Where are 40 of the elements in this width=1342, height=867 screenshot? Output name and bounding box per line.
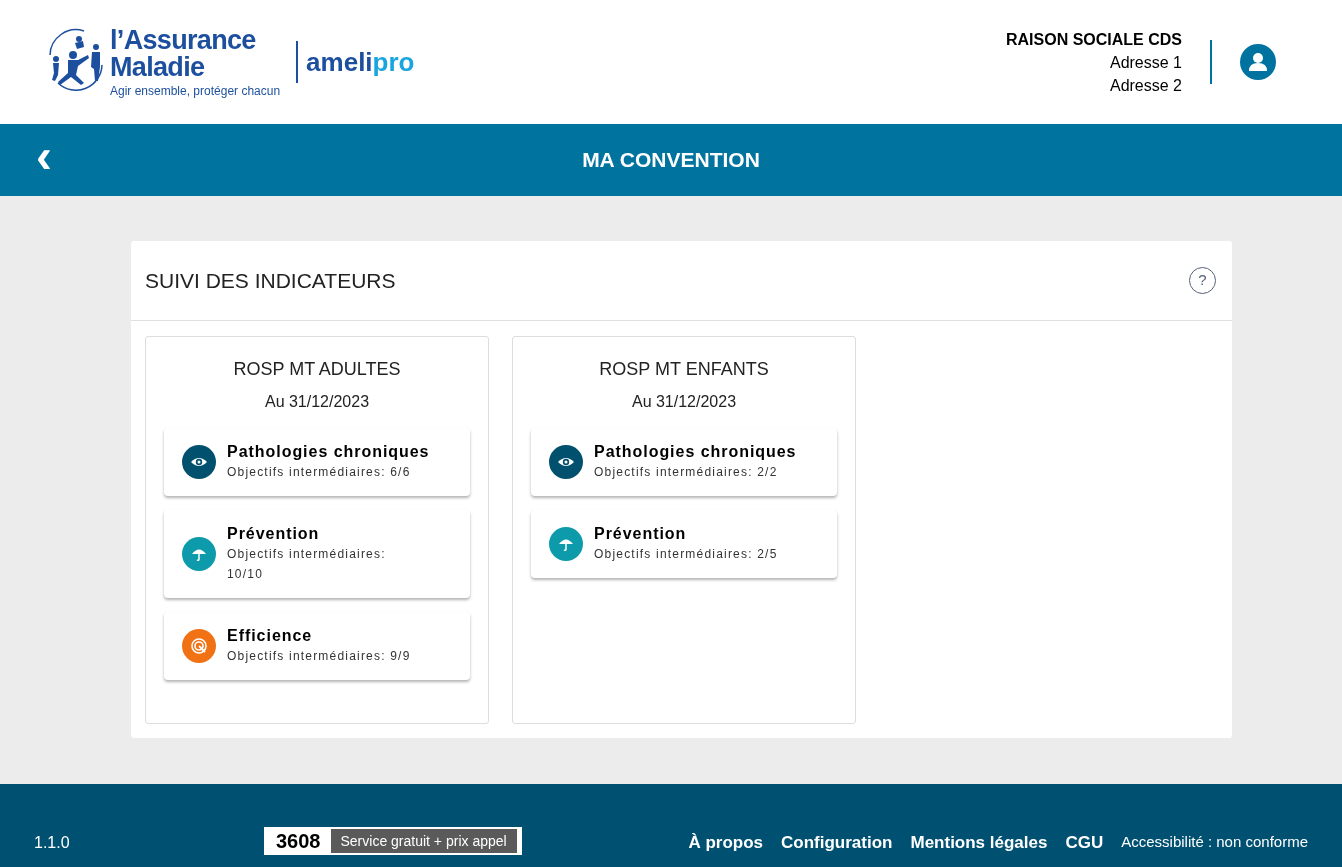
- indicator-title: Efficience: [227, 626, 314, 646]
- indicator-item[interactable]: Prévention Objectifs intermédiaires: 10/10: [164, 510, 470, 598]
- indicator-item[interactable]: Pathologies chroniques Objectifs intermédiaires: 2/2: [531, 428, 837, 496]
- card-title: ROSP MT ADULTES: [233, 358, 401, 381]
- indicator-item[interactable]: Prévention Objectifs intermédiaires: 2/5: [531, 510, 837, 578]
- card-date: Au 31/12/2023: [264, 392, 370, 412]
- logo-text: Maladie: [110, 54, 206, 81]
- footer-link[interactable]: CGU: [1065, 829, 1104, 855]
- indicator-item[interactable]: Efficience Objectifs intermédiaires: 9/9: [164, 612, 470, 680]
- indicator-title: Prévention: [227, 524, 321, 544]
- indicator-detail: Objectifs intermédiaires: 10/10: [227, 546, 387, 583]
- indicator-title: Pathologies chroniques: [227, 442, 430, 462]
- address-line: Adresse 2: [1109, 75, 1182, 96]
- indicator-title: Pathologies chroniques: [594, 442, 797, 462]
- logo-tagline: Agir ensemble, protéger chacun: [110, 85, 281, 97]
- accessibility-text: Accessibilité : non conforme: [1121, 832, 1308, 852]
- address-line: Adresse 1: [1109, 52, 1182, 73]
- account-name: RAISON SOCIALE CDS: [1006, 29, 1182, 50]
- product-logo-text: ameli: [306, 47, 373, 77]
- card-title: ROSP MT ENFANTS: [599, 358, 769, 381]
- footer-link[interactable]: Mentions légales: [910, 829, 1048, 855]
- version-text: 1.1.0: [34, 833, 71, 853]
- phone-number: 3608: [276, 829, 321, 854]
- footer-link[interactable]: Configuration: [781, 829, 893, 855]
- back-button[interactable]: ‹: [36, 132, 52, 180]
- user-icon: [1248, 52, 1268, 72]
- account-button[interactable]: [1240, 44, 1276, 80]
- phone-note: Service gratuit + prix appel: [330, 829, 517, 853]
- indicator-title: Prévention: [594, 524, 688, 544]
- indicator-detail: Objectifs intermédiaires: 6/6: [227, 464, 412, 481]
- page-title: MA CONVENTION: [582, 147, 760, 174]
- indicator-detail: Objectifs intermédiaires: 9/9: [227, 648, 411, 665]
- indicator-detail: Objectifs intermédiaires: 2/2: [594, 464, 779, 481]
- product-logo-text: pro: [372, 47, 415, 77]
- indicator-detail: Objectifs intermédiaires: 2/5: [594, 546, 778, 563]
- card-date: Au 31/12/2023: [631, 392, 737, 412]
- footer-link[interactable]: À propos: [688, 829, 764, 855]
- panel-title: SUIVI DES INDICATEURS: [145, 267, 396, 294]
- indicator-item[interactable]: Pathologies chroniques Objectifs intermédiaires: 6/6: [164, 428, 470, 496]
- logo-text: l’Assurance: [110, 27, 257, 54]
